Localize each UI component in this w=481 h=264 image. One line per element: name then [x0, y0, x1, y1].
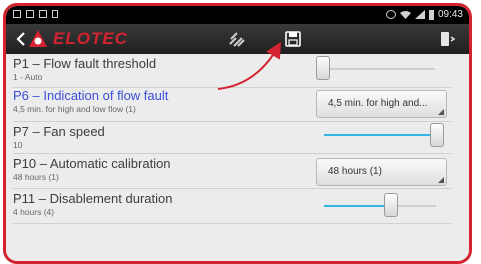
- divider: [13, 121, 451, 122]
- mail-icon: [26, 10, 34, 18]
- notification-icon: [13, 10, 21, 18]
- wifi-icon: [399, 11, 411, 19]
- phone-screen-frame: 09:43 ELOTEC P1 – Flow fault threshold 1: [3, 3, 472, 264]
- signal-icon: [414, 10, 425, 19]
- dropdown-corner-icon: [438, 177, 444, 183]
- brand-title: ELOTEC: [53, 29, 128, 48]
- battery-icon: [428, 9, 434, 20]
- setting-subtitle: 10: [13, 140, 23, 150]
- save-icon[interactable]: [284, 30, 302, 48]
- status-bar: 09:43: [6, 6, 469, 24]
- device-menu-icon[interactable]: [438, 30, 456, 48]
- dropdown-p6[interactable]: 4,5 min. for high and...: [316, 90, 447, 118]
- slider-thumb[interactable]: [316, 56, 330, 80]
- slider-track-filled: [324, 205, 391, 207]
- divider: [13, 188, 451, 189]
- annotation-arrow: [217, 41, 282, 90]
- status-notifications: [13, 10, 58, 18]
- divider: [13, 223, 451, 224]
- divider: [13, 153, 451, 154]
- status-indicators: 09:43: [385, 9, 463, 20]
- slider-track: [323, 68, 435, 70]
- setting-title: P7 – Fan speed: [13, 124, 105, 139]
- dropdown-corner-icon: [438, 109, 444, 115]
- slider-thumb[interactable]: [430, 123, 444, 147]
- dropdown-p10[interactable]: 48 hours (1): [316, 158, 447, 186]
- sd-card-icon: [52, 10, 58, 18]
- dropdown-value: 48 hours (1): [328, 166, 382, 177]
- image-icon: [39, 10, 47, 18]
- elotec-logo-icon: [29, 30, 47, 47]
- dropdown-value: 4,5 min. for high and...: [328, 98, 428, 109]
- slider-track: [324, 134, 436, 136]
- alarm-icon: [385, 10, 396, 19]
- slider-thumb[interactable]: [384, 193, 398, 217]
- setting-row-p7[interactable]: P7 – Fan speed 10: [13, 124, 453, 151]
- clock: 09:43: [437, 9, 463, 20]
